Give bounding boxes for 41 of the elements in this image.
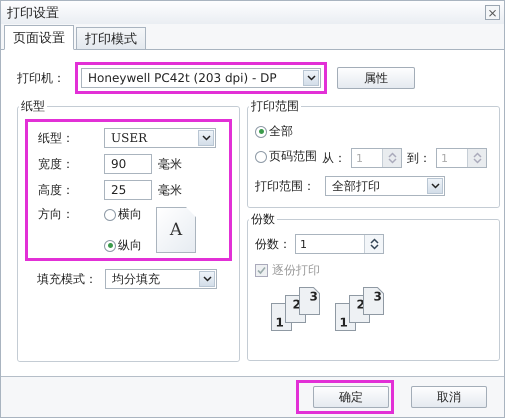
dialog-button[interactable]: 取消 [411,386,487,408]
properties-button[interactable]: 属性 [337,67,415,89]
radio-option[interactable]: 纵向 [104,237,142,254]
paper-type-dropdown[interactable]: USER [104,128,216,148]
dialog-button[interactable]: 确定 [313,386,389,408]
page-preview-icon: A [156,207,196,253]
unit-label: 毫米 [158,182,182,198]
field-label: 到： [407,150,431,166]
field-label: 高度： [38,182,75,198]
spinner-arrows-icon[interactable] [364,235,383,253]
fill-mode-dropdown[interactable]: 均分填充 [105,269,217,289]
caret-icon [427,178,443,194]
width-field[interactable]: 90 [104,154,152,174]
print-range-dropdown[interactable]: 全部打印 [325,176,445,196]
field-label: 从： [322,150,346,166]
unit-label: 毫米 [158,156,182,172]
field-label: 宽度： [38,156,75,172]
printer-dropdown[interactable]: Honeywell PC42t (203 dpi) - DP [81,68,321,88]
checkmark-icon [257,266,266,275]
tab[interactable]: 打印模式 [76,27,146,50]
group-title: 打印范围 [250,98,300,115]
field-label: 填充模式： [37,270,97,288]
group-title: 份数 [250,211,276,228]
close-button[interactable]: × [485,5,500,20]
window-title: 打印设置 [7,4,59,22]
group-title: 纸型 [20,98,46,115]
tab[interactable]: 页面设置 [4,25,74,50]
caret-icon [198,130,214,146]
field-label: 份数： [255,236,291,252]
number-input[interactable]: 1 [296,235,364,253]
field-label: 打印范围： [255,178,315,194]
field-label: 打印机： [17,70,65,86]
height-field[interactable]: 25 [104,180,152,200]
caret-icon [199,271,215,287]
radio-option[interactable]: 横向 [104,206,142,223]
field-label: 方向： [38,206,75,223]
radio-option[interactable]: 全部 [255,123,293,140]
caret-icon [303,70,319,86]
copies-spinner[interactable]: 1 [295,234,384,254]
radio-option[interactable]: 页码范围 [255,148,317,165]
field-label: 纸型： [38,130,75,146]
